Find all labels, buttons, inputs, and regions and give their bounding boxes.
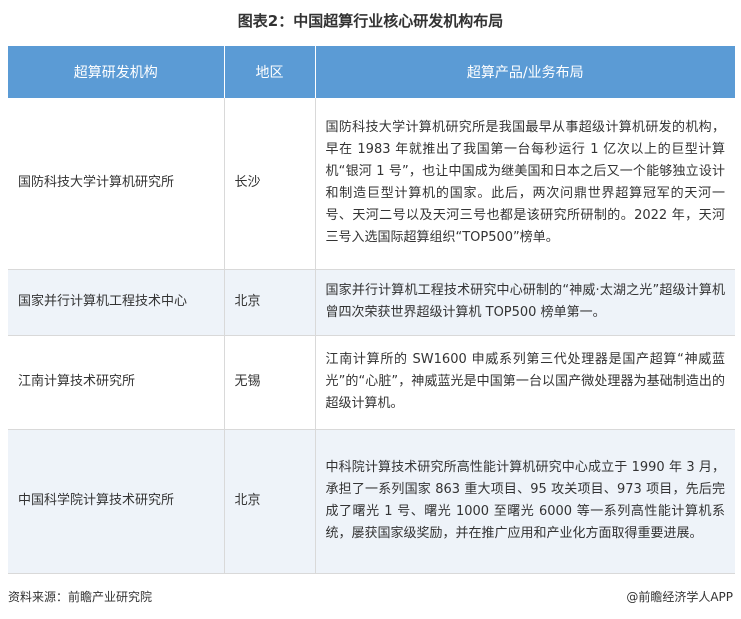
table-row: 江南计算技术研究所 无锡 江南计算所的 SW1600 申威系列第三代处理器是国产… bbox=[8, 335, 735, 430]
header-business: 超算产品/业务布局 bbox=[315, 46, 735, 98]
desc-cell: 国家并行计算机工程技术研究中心研制的“神威·太湖之光”超级计算机曾四次荣获世界超… bbox=[315, 269, 735, 336]
desc-cell: 国防科技大学计算机研究所是我国最早从事超级计算机研发的机构，早在 1983 年就… bbox=[315, 98, 735, 270]
header-region: 地区 bbox=[224, 46, 316, 98]
region-cell: 无锡 bbox=[224, 335, 316, 430]
region-cell: 长沙 bbox=[224, 98, 316, 270]
region-cell: 北京 bbox=[224, 269, 316, 336]
desc-cell: 江南计算所的 SW1600 申威系列第三代处理器是国产超算“神威蓝光”的“心脏”… bbox=[315, 335, 735, 430]
institutions-table: 超算研发机构 地区 超算产品/业务布局 国防科技大学计算机研究所 长沙 国防科技… bbox=[8, 46, 735, 574]
chart-title: 图表2：中国超算行业核心研发机构布局 bbox=[237, 12, 504, 30]
table-row: 国家并行计算机工程技术中心 北京 国家并行计算机工程技术研究中心研制的“神威·太… bbox=[8, 269, 735, 336]
desc-cell: 中科院计算技术研究所高性能计算机研究中心成立于 1990 年 3 月，承担了一系… bbox=[315, 429, 735, 574]
table-row: 国防科技大学计算机研究所 长沙 国防科技大学计算机研究所是我国最早从事超级计算机… bbox=[8, 98, 735, 270]
org-cell: 江南计算技术研究所 bbox=[8, 335, 225, 430]
region-cell: 北京 bbox=[224, 429, 316, 574]
org-cell: 国家并行计算机工程技术中心 bbox=[8, 269, 225, 336]
header-org: 超算研发机构 bbox=[8, 46, 225, 98]
org-cell: 中国科学院计算技术研究所 bbox=[8, 429, 225, 574]
org-cell: 国防科技大学计算机研究所 bbox=[8, 98, 225, 270]
source-note: 资料来源：前瞻产业研究院 bbox=[8, 590, 153, 604]
brand-credit: @前瞻经济学人APP bbox=[626, 590, 733, 604]
table-header-row: 超算研发机构 地区 超算产品/业务布局 bbox=[8, 46, 735, 98]
table-row: 中国科学院计算技术研究所 北京 中科院计算技术研究所高性能计算机研究中心成立于 … bbox=[8, 429, 735, 574]
